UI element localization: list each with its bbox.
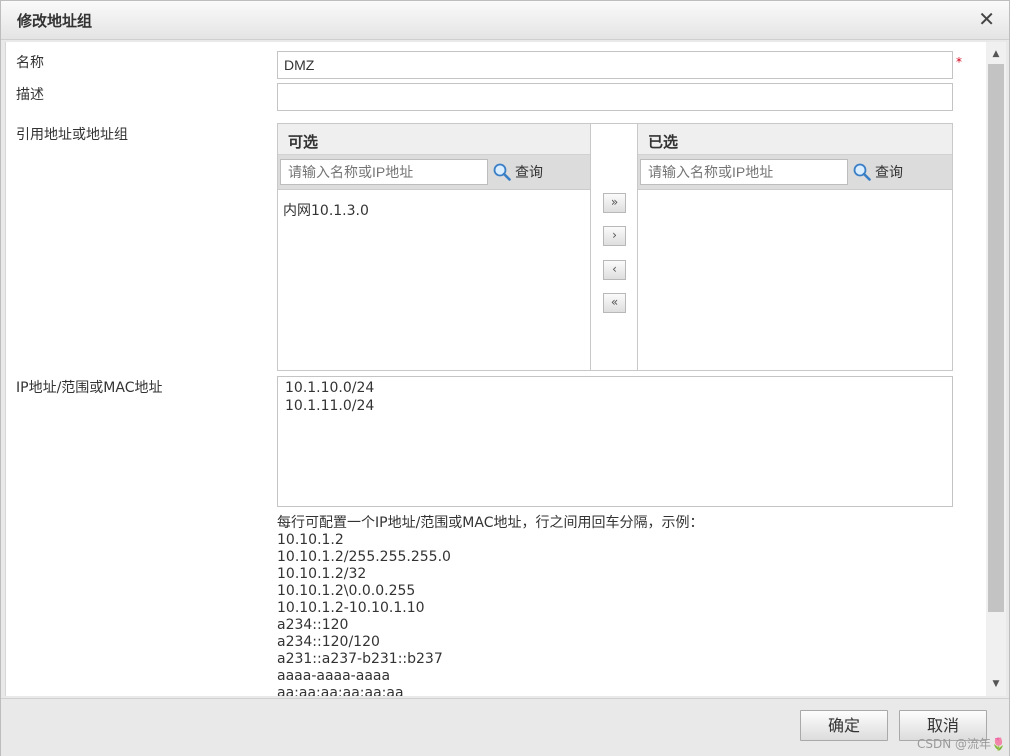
help-example: 10.10.1.2-10.10.1.10 bbox=[277, 600, 425, 616]
selected-search-bar: 查询 bbox=[638, 155, 952, 190]
vertical-scrollbar[interactable]: ▲ ▼ bbox=[986, 42, 1006, 696]
scroll-up-icon[interactable]: ▲ bbox=[986, 44, 1006, 64]
description-input[interactable] bbox=[277, 83, 953, 111]
required-mark: * bbox=[956, 55, 962, 69]
close-icon[interactable]: ✕ bbox=[978, 8, 995, 30]
help-example: aaaa-aaaa-aaaa bbox=[277, 668, 391, 684]
remove-all-button[interactable]: « bbox=[603, 293, 626, 313]
help-example: a234::120/120 bbox=[277, 634, 380, 650]
selected-search-button[interactable]: 查询 bbox=[853, 161, 903, 183]
help-example: a234::120 bbox=[277, 617, 349, 633]
help-text: 每行可配置一个IP地址/范围或MAC地址，行之间用回车分隔，示例： 10.10.… bbox=[277, 515, 967, 696]
available-search-button[interactable]: 查询 bbox=[493, 161, 543, 183]
name-label: 名称 bbox=[16, 55, 44, 71]
selected-search-input[interactable] bbox=[640, 159, 848, 185]
search-icon bbox=[853, 163, 871, 181]
available-panel: 可选 查询 内网10.1.3.0 bbox=[278, 124, 591, 370]
dialog-titlebar: 修改地址组 ✕ bbox=[1, 1, 1009, 40]
available-search-input[interactable] bbox=[280, 159, 488, 185]
help-example: a231::a237-b231::b237 bbox=[277, 651, 443, 667]
selected-search-label: 查询 bbox=[875, 165, 903, 181]
reference-label: 引用地址或地址组 bbox=[16, 127, 128, 143]
name-input[interactable] bbox=[277, 51, 953, 79]
ip-entries-textarea[interactable]: 10.1.10.0/24 10.1.11.0/24 bbox=[277, 376, 953, 507]
available-search-bar: 查询 bbox=[278, 155, 590, 190]
available-title: 可选 bbox=[278, 124, 590, 155]
help-example: 10.10.1.2\0.0.0.255 bbox=[277, 583, 416, 599]
add-all-button[interactable]: » bbox=[603, 193, 626, 213]
dialog-footer: 确定 取消 CSDN @流年🌷 bbox=[1, 698, 1009, 756]
description-label: 描述 bbox=[16, 87, 44, 103]
scroll-thumb[interactable] bbox=[988, 64, 1004, 612]
watermark: CSDN @流年🌷 bbox=[917, 737, 1006, 751]
selected-title: 已选 bbox=[638, 124, 952, 155]
help-example: 10.10.1.2/255.255.255.0 bbox=[277, 549, 451, 565]
help-example: 10.10.1.2/32 bbox=[277, 566, 367, 582]
confirm-button[interactable]: 确定 bbox=[800, 710, 888, 741]
ip-label: IP地址/范围或MAC地址 bbox=[16, 380, 163, 396]
remove-button[interactable]: ‹ bbox=[603, 260, 626, 280]
dialog-title: 修改地址组 bbox=[17, 12, 93, 30]
dialog-content: 名称 * 描述 引用地址或地址组 可选 查询 内网10 bbox=[5, 42, 986, 696]
address-picker: 可选 查询 内网10.1.3.0 » › ‹ « bbox=[277, 123, 953, 371]
add-button[interactable]: › bbox=[603, 226, 626, 246]
available-search-label: 查询 bbox=[515, 165, 543, 181]
edit-address-group-dialog: 修改地址组 ✕ 名称 * 描述 引用地址或地址组 可选 查询 bbox=[0, 0, 1010, 756]
selected-panel: 已选 查询 bbox=[637, 124, 952, 370]
search-icon bbox=[493, 163, 511, 181]
help-example: 10.10.1.2 bbox=[277, 532, 344, 548]
help-intro: 每行可配置一个IP地址/范围或MAC地址，行之间用回车分隔，示例： bbox=[277, 515, 704, 531]
scroll-down-icon[interactable]: ▼ bbox=[986, 674, 1006, 694]
help-example: aa:aa:aa:aa:aa:aa bbox=[277, 685, 404, 696]
list-item[interactable]: 内网10.1.3.0 bbox=[283, 200, 369, 220]
